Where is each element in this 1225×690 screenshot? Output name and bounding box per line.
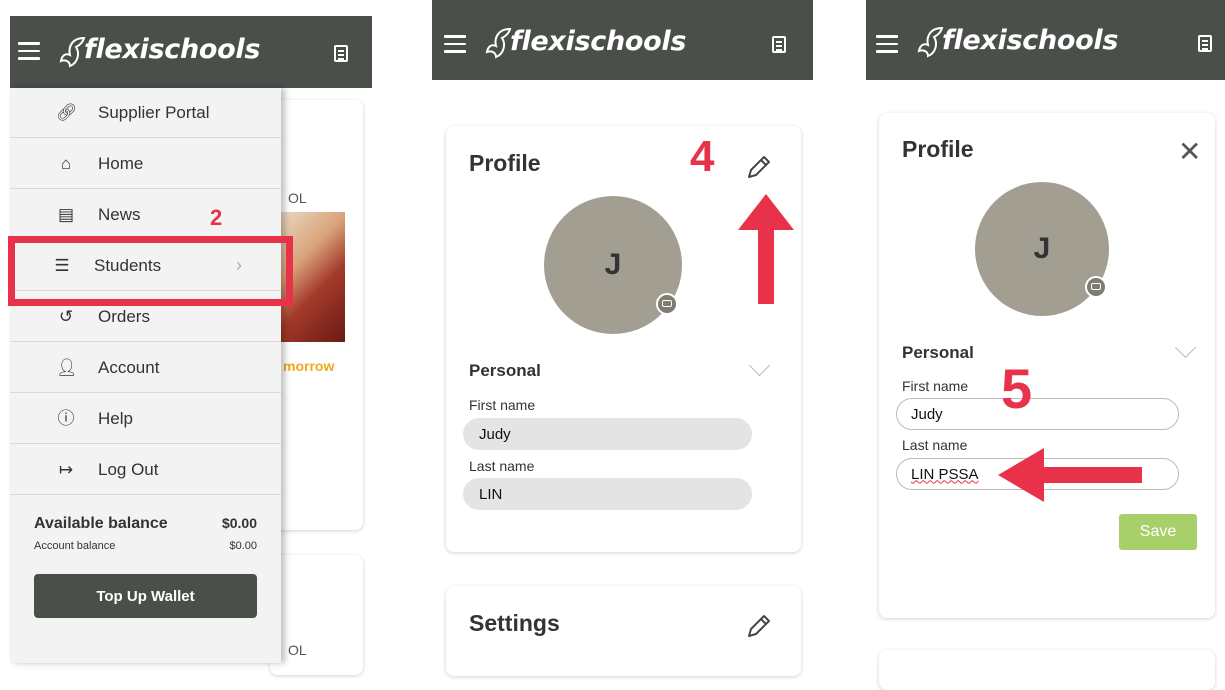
menu-item-label: Home	[98, 153, 144, 173]
brand-logo-text[interactable]: flexischools	[84, 34, 260, 65]
first-name-value: Judy	[911, 405, 943, 423]
menu-item-home[interactable]: ⌂ Home	[10, 139, 281, 189]
top-up-wallet-label: Top Up Wallet	[96, 587, 195, 605]
menu-item-label: Help	[98, 408, 133, 428]
account-icon: 👤︎	[56, 358, 78, 377]
background-school-name-2: OL	[288, 642, 307, 658]
home-icon: ⌂	[60, 154, 72, 173]
profile-title: Profile	[469, 150, 541, 176]
settings-title: Settings	[469, 610, 560, 636]
hamburger-menu-icon[interactable]	[444, 35, 466, 53]
brand-logo-text[interactable]: flexischools	[510, 26, 686, 57]
help-icon: ⓘ	[57, 409, 75, 428]
menu-item-supplier-portal[interactable]: 🔗︎ Supplier Portal	[10, 88, 281, 138]
annotation-step-number: 5	[1001, 357, 1033, 420]
menu-item-account[interactable]: 👤︎ Account	[10, 343, 281, 393]
first-name-label: First name	[469, 397, 536, 413]
first-name-field[interactable]: Judy	[463, 418, 752, 450]
background-card-2	[270, 555, 363, 675]
last-name-value: LIN	[479, 485, 503, 503]
cart-icon[interactable]	[334, 45, 348, 62]
orders-history-icon: ↺	[58, 307, 74, 326]
menu-item-help[interactable]: ⓘ Help	[10, 394, 281, 444]
menu-item-label: Account	[98, 357, 160, 377]
menu-item-log-out[interactable]: ↦ Log Out	[10, 445, 281, 495]
available-balance-value: $0.00	[221, 515, 257, 531]
menu-item-label: Log Out	[98, 459, 159, 479]
logout-icon: ↦	[58, 460, 74, 479]
background-school-name: OL	[288, 190, 307, 206]
hamburger-menu-icon[interactable]	[876, 35, 898, 53]
camera-icon[interactable]	[656, 293, 678, 315]
annotation-step-number: 4	[690, 132, 715, 181]
top-up-wallet-button[interactable]: Top Up Wallet	[34, 574, 257, 618]
first-name-label: First name	[902, 378, 969, 394]
close-icon[interactable]: ✕	[1178, 138, 1201, 166]
first-name-input[interactable]: Judy	[896, 398, 1179, 430]
personal-section-label: Personal	[902, 343, 974, 362]
last-name-value: LIN PSSA	[911, 465, 979, 483]
cart-icon[interactable]	[772, 36, 786, 53]
side-menu-drawer: 🔗︎ Supplier Portal ⌂ Home ▤ News ☰ Stude…	[10, 88, 281, 663]
menu-item-label: Orders	[98, 306, 150, 326]
annotation-arrow-left	[998, 448, 1142, 502]
last-name-label: Last name	[902, 437, 968, 453]
first-name-value: Judy	[479, 425, 511, 443]
annotation-arrow-up	[738, 194, 794, 304]
last-name-field[interactable]: LIN	[463, 478, 752, 510]
link-icon: 🔗︎	[56, 103, 78, 122]
available-balance-label: Available balance	[34, 515, 168, 532]
cart-icon[interactable]	[1198, 35, 1212, 52]
save-button[interactable]: Save	[1119, 514, 1197, 550]
annotation-highlight-box	[8, 236, 293, 306]
next-card	[879, 650, 1215, 690]
menu-item-news[interactable]: ▤ News	[10, 190, 281, 240]
hamburger-menu-icon[interactable]	[18, 42, 40, 60]
menu-item-label: Supplier Portal	[98, 102, 210, 122]
profile-title: Profile	[902, 136, 974, 162]
account-balance-value: $0.00	[229, 540, 257, 552]
save-label: Save	[1139, 523, 1177, 540]
last-name-label: Last name	[469, 458, 535, 474]
brand-logo-text[interactable]: flexischools	[942, 25, 1118, 56]
background-tomorrow-text: morrow	[283, 358, 335, 374]
account-balance-label: Account balance	[34, 540, 116, 552]
news-icon: ▤	[57, 205, 75, 224]
personal-section-label: Personal	[469, 361, 541, 380]
annotation-step-number: 2	[210, 205, 223, 230]
edit-pencil-icon[interactable]	[744, 611, 774, 641]
edit-pencil-icon[interactable]	[744, 152, 774, 182]
menu-item-label: News	[98, 204, 141, 224]
camera-icon[interactable]	[1085, 276, 1107, 298]
